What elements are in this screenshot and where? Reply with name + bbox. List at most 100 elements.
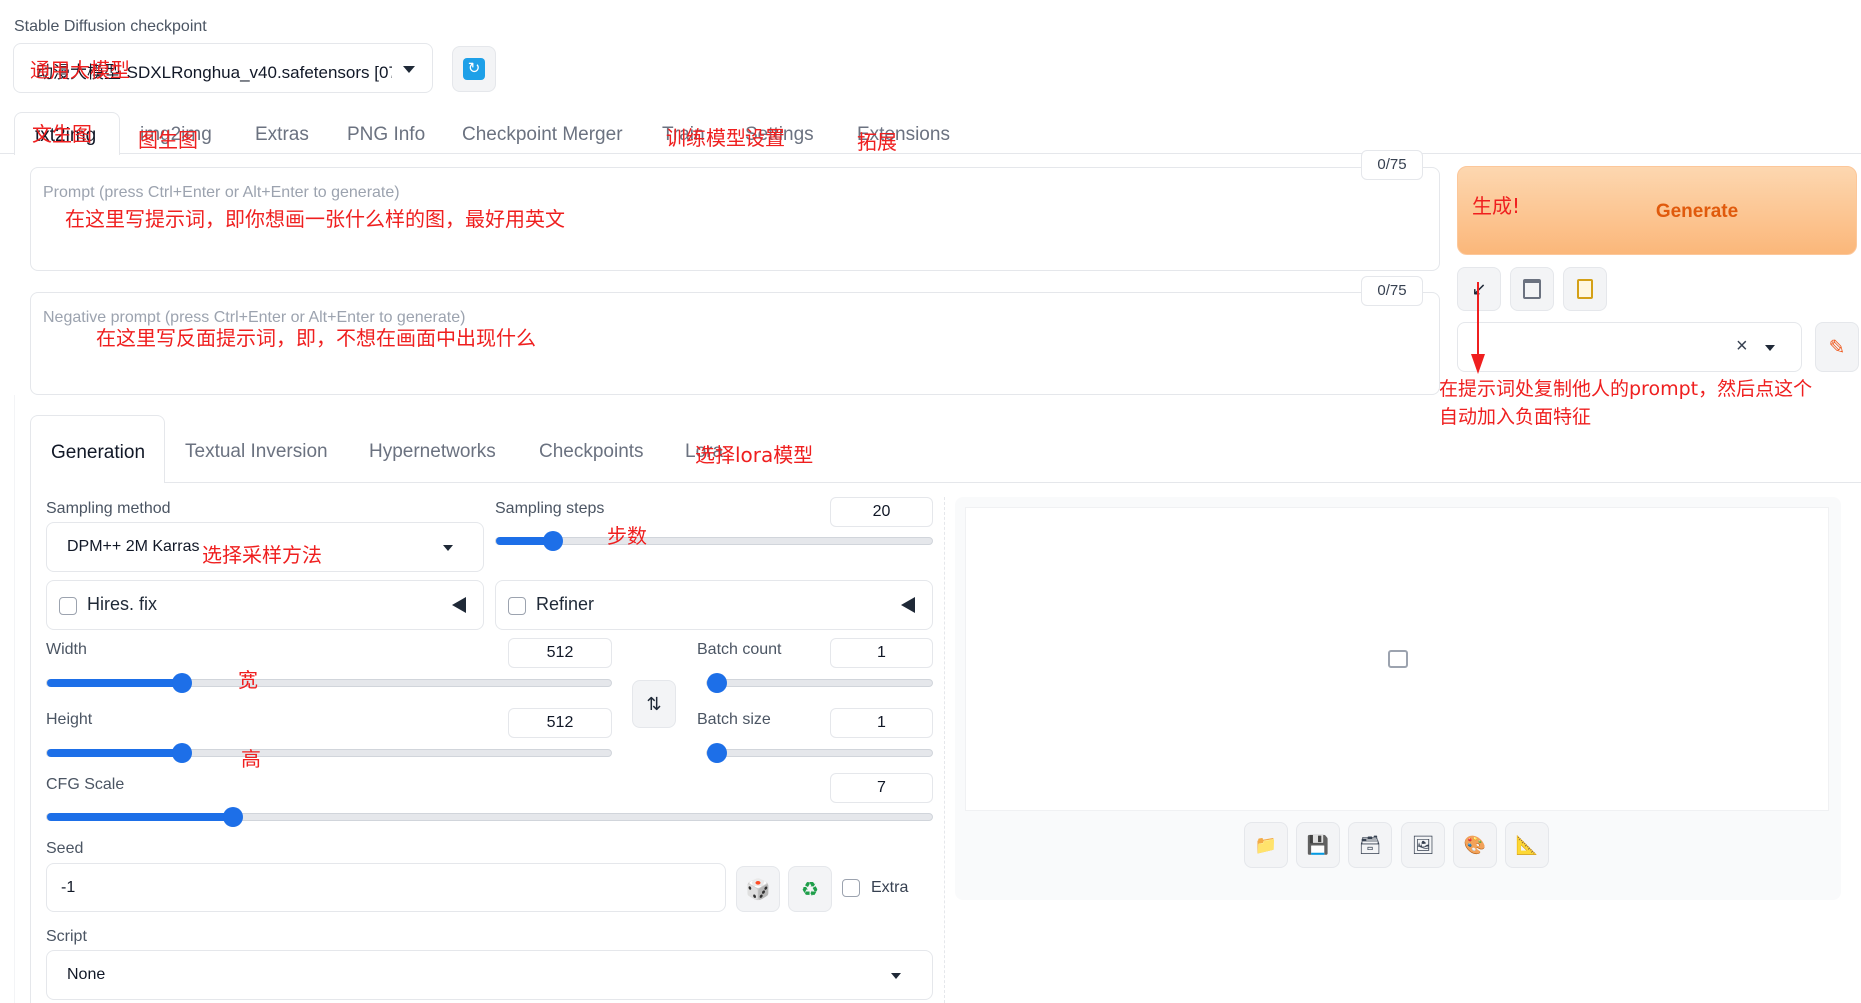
refresh-icon: ↻	[463, 58, 485, 80]
prompt-placeholder: Prompt (press Ctrl+Enter or Alt+Enter to…	[43, 184, 400, 201]
panel-left-border	[30, 482, 31, 1003]
refiner-accordion[interactable]: Refiner	[495, 580, 933, 630]
hires-fix-checkbox[interactable]	[59, 597, 77, 615]
batch-size-slider[interactable]	[706, 743, 933, 763]
subtab-hypernetworks[interactable]: Hypernetworks	[369, 441, 496, 463]
tab-txt2img-annotation: 文生图	[32, 122, 92, 146]
batch-size-input[interactable]: 1	[830, 708, 933, 738]
chevron-down-icon	[443, 545, 453, 551]
slider-thumb[interactable]	[542, 531, 563, 551]
generate-annotation: 生成!	[1472, 194, 1521, 218]
slider-thumb[interactable]	[707, 743, 727, 763]
seed-extra-label: Extra	[871, 879, 909, 896]
width-slider[interactable]	[46, 673, 612, 693]
styles-dropdown[interactable]: ×	[1457, 322, 1802, 372]
picture-icon: 🖼	[1411, 834, 1435, 855]
tab-settings-annotation: 设置	[745, 126, 785, 150]
edit-styles-button[interactable]: ✎	[1815, 322, 1859, 372]
slider-thumb[interactable]	[707, 673, 727, 693]
seed-label: Seed	[46, 840, 84, 857]
chevron-down-icon	[1765, 345, 1775, 351]
script-label: Script	[46, 928, 87, 945]
height-annotation: 高	[241, 747, 261, 771]
clear-prompt-button[interactable]	[1510, 267, 1554, 311]
hires-fix-accordion[interactable]: Hires. fix	[46, 580, 484, 630]
sampling-method-annotation: 选择采样方法	[202, 543, 322, 567]
refiner-checkbox[interactable]	[508, 597, 526, 615]
collapse-triangle-icon[interactable]	[901, 597, 915, 613]
send-to-img2img-button[interactable]: 🖼	[1401, 822, 1445, 868]
zip-button[interactable]: 🗃	[1348, 822, 1392, 868]
height-label: Height	[46, 711, 93, 728]
triangle-ruler-icon: 📐	[1515, 834, 1539, 855]
slider-fill	[47, 749, 183, 757]
batch-count-label: Batch count	[697, 641, 782, 658]
checkpoint-annotation: 通用大模型	[30, 58, 130, 82]
tab-train-annotation: 训练模型	[666, 126, 746, 150]
width-annotation: 宽	[238, 668, 258, 692]
tab-extensions-annotation: 拓展	[857, 130, 897, 154]
output-panel: 📁 💾 🗃 🖼 🎨 📐	[955, 497, 1841, 900]
sampling-steps-label: Sampling steps	[495, 500, 605, 517]
clipboard-icon	[1577, 279, 1593, 299]
hires-fix-label: Hires. fix	[87, 594, 158, 614]
subtab-textual-inversion[interactable]: Textual Inversion	[185, 441, 328, 463]
tab-divider-left	[0, 153, 14, 154]
close-icon[interactable]: ×	[1736, 335, 1748, 358]
outer-left-border	[14, 395, 15, 1003]
width-input[interactable]: 512	[508, 638, 612, 668]
tab-divider	[120, 153, 1861, 154]
collapse-triangle-icon[interactable]	[452, 597, 466, 613]
sampling-steps-slider[interactable]	[495, 531, 933, 551]
tab-checkpoint-merger[interactable]: Checkpoint Merger	[462, 124, 623, 146]
tab-png-info[interactable]: PNG Info	[347, 124, 425, 146]
trash-icon	[1523, 279, 1541, 299]
height-input[interactable]: 512	[508, 708, 612, 738]
refresh-checkpoint-button[interactable]: ↻	[452, 46, 496, 92]
prompt-token-counter: 0/75	[1361, 150, 1423, 180]
height-slider[interactable]	[46, 743, 612, 763]
subtab-checkpoints[interactable]: Checkpoints	[539, 441, 644, 463]
cfg-scale-slider[interactable]	[46, 807, 933, 827]
tab-extras[interactable]: Extras	[255, 124, 309, 146]
subtab-lora-annotation: 选择lora模型	[695, 443, 814, 467]
output-image-area	[965, 507, 1829, 811]
subtab-generation[interactable]: Generation	[30, 415, 165, 483]
floppy-disk-icon: 💾	[1306, 834, 1330, 855]
slider-thumb[interactable]	[172, 743, 193, 763]
script-dropdown[interactable]: None	[46, 950, 933, 1000]
random-seed-button[interactable]: 🎲	[736, 866, 780, 912]
batch-count-slider[interactable]	[706, 673, 933, 693]
slider-thumb[interactable]	[172, 673, 193, 693]
paste-style-button[interactable]	[1563, 267, 1607, 311]
save-button[interactable]: 💾	[1296, 822, 1340, 868]
send-to-extras-button[interactable]: 📐	[1505, 822, 1549, 868]
swap-arrows-icon: ⇅	[646, 693, 662, 714]
column-separator	[944, 497, 945, 1003]
seed-value: -1	[61, 879, 76, 896]
batch-size-label: Batch size	[697, 711, 771, 728]
batch-count-input[interactable]: 1	[830, 638, 933, 668]
swap-dimensions-button[interactable]: ⇅	[632, 680, 676, 728]
open-folder-button[interactable]: 📁	[1244, 822, 1288, 868]
script-value: None	[67, 966, 106, 983]
tab-img2img-annotation: 图生图	[138, 128, 198, 152]
seed-input[interactable]: -1	[46, 863, 726, 912]
sampling-method-label: Sampling method	[46, 500, 171, 517]
dice-icon: 🎲	[745, 878, 771, 901]
reuse-seed-button[interactable]: ♻	[788, 866, 832, 912]
annotation-arrow	[1471, 282, 1485, 374]
negative-prompt-annotation: 在这里写反面提示词，即，不想在画面中出现什么	[96, 326, 536, 350]
brush-icon: ✎	[1828, 336, 1846, 359]
subtab-label: Generation	[51, 442, 146, 463]
send-to-inpaint-button[interactable]: 🎨	[1453, 822, 1497, 868]
prompt-annotation: 在这里写提示词，即你想画一张什么样的图，最好用英文	[65, 207, 565, 231]
slider-thumb[interactable]	[222, 807, 243, 827]
cfg-scale-label: CFG Scale	[46, 776, 125, 793]
sampling-steps-input[interactable]: 20	[830, 497, 933, 527]
sampling-method-value: DPM++ 2M Karras	[67, 538, 200, 555]
seed-extra-checkbox[interactable]	[842, 879, 860, 897]
cfg-scale-input[interactable]: 7	[830, 773, 933, 803]
negative-prompt-token-counter: 0/75	[1361, 276, 1423, 306]
archive-icon: 🗃	[1358, 834, 1382, 855]
